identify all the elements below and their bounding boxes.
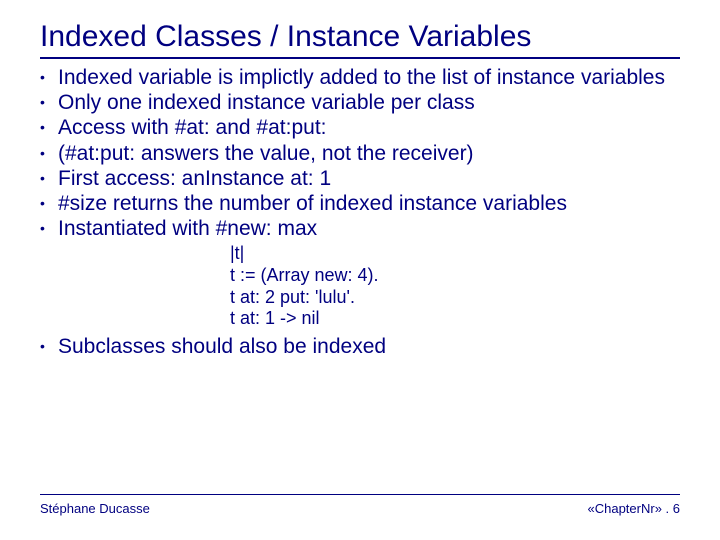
bullet-text: #size returns the number of indexed inst…	[58, 191, 680, 216]
footer-author: Stéphane Ducasse	[40, 501, 150, 516]
list-item: • First access: anInstance at: 1	[40, 166, 680, 191]
list-item: • Only one indexed instance variable per…	[40, 90, 680, 115]
bullet-text: (#at:put: answers the value, not the rec…	[58, 141, 680, 166]
bullet-text: First access: anInstance at: 1	[58, 166, 680, 191]
code-block: |t| t := (Array new: 4). t at: 2 put: 'l…	[230, 243, 680, 329]
list-item: • (#at:put: answers the value, not the r…	[40, 141, 680, 166]
bullet-list: • Indexed variable is implictly added to…	[40, 65, 680, 359]
footer-pageref: «ChapterNr» . 6	[588, 501, 681, 516]
footer: Stéphane Ducasse «ChapterNr» . 6	[40, 494, 680, 516]
code-line: t := (Array new: 4).	[230, 265, 680, 287]
bullet-text: Only one indexed instance variable per c…	[58, 90, 680, 115]
slide-title: Indexed Classes / Instance Variables	[40, 20, 680, 59]
bullet-dot-icon: •	[40, 166, 58, 191]
code-line: t at: 1 -> nil	[230, 308, 680, 330]
list-item: • Subclasses should also be indexed	[40, 334, 680, 359]
bullet-dot-icon: •	[40, 334, 58, 359]
bullet-dot-icon: •	[40, 216, 58, 241]
bullet-text: Subclasses should also be indexed	[58, 334, 680, 359]
list-item: • Instantiated with #new: max	[40, 216, 680, 241]
bullet-dot-icon: •	[40, 65, 58, 90]
bullet-dot-icon: •	[40, 90, 58, 115]
code-line: t at: 2 put: 'lulu'.	[230, 287, 680, 309]
bullet-dot-icon: •	[40, 191, 58, 216]
bullet-text: Instantiated with #new: max	[58, 216, 680, 241]
bullet-dot-icon: •	[40, 115, 58, 140]
list-item: • Indexed variable is implictly added to…	[40, 65, 680, 90]
bullet-dot-icon: •	[40, 141, 58, 166]
bullet-text: Indexed variable is implictly added to t…	[58, 65, 680, 90]
list-item: • Access with #at: and #at:put:	[40, 115, 680, 140]
code-line: |t|	[230, 243, 680, 265]
list-item: • #size returns the number of indexed in…	[40, 191, 680, 216]
bullet-text: Access with #at: and #at:put:	[58, 115, 680, 140]
